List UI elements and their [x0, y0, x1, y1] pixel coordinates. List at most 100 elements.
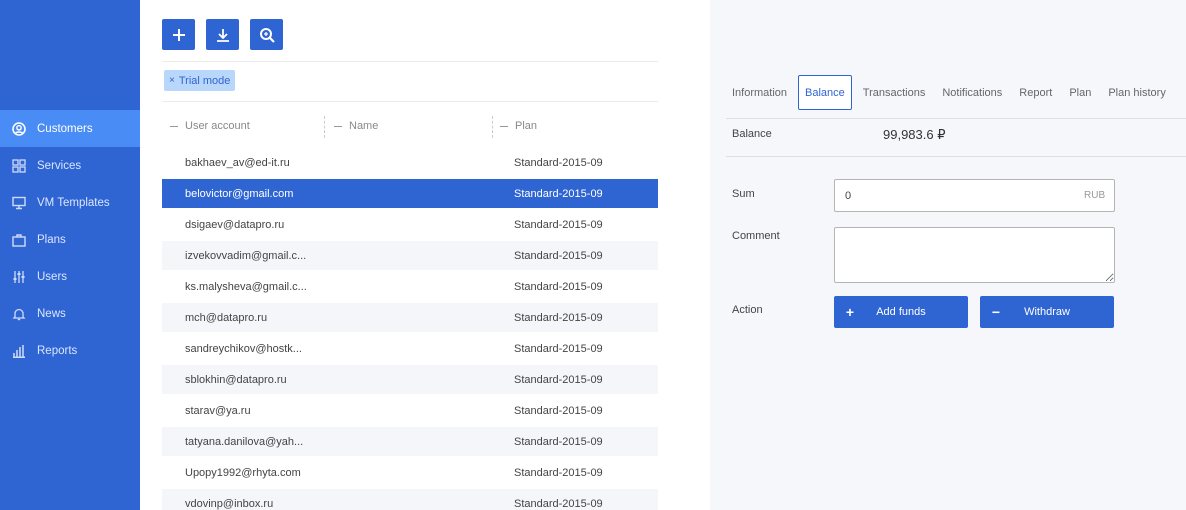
- column-header-user-account[interactable]: User account: [170, 114, 250, 138]
- collapse-dash-icon: [334, 125, 342, 127]
- table-header: User account Name Plan: [162, 114, 658, 138]
- sidebar-item-plans[interactable]: Plans: [0, 221, 140, 258]
- cell-plan: Standard-2015-09: [514, 497, 603, 510]
- cell-plan: Standard-2015-09: [514, 342, 603, 355]
- cell-plan: Standard-2015-09: [514, 280, 603, 293]
- divider: [726, 156, 1186, 157]
- minus-icon: −: [991, 304, 1001, 320]
- table-row[interactable]: sblokhin@datapro.ru Standard-2015-09: [162, 365, 658, 394]
- balance-value: 99,983.6 ₽: [883, 127, 946, 142]
- column-header-plan[interactable]: Plan: [500, 114, 537, 138]
- column-label: Name: [349, 120, 379, 132]
- tab-notifications[interactable]: Notifications: [936, 75, 1008, 110]
- sidebar-item-services[interactable]: Services: [0, 147, 140, 184]
- sum-input[interactable]: [834, 179, 1115, 212]
- table-row[interactable]: bakhaev_av@ed-it.ru Standard-2015-09: [162, 148, 658, 177]
- sidebar-item-label: Plans: [37, 233, 66, 246]
- divider: [162, 61, 658, 62]
- tab-plan-history[interactable]: Plan history: [1102, 75, 1171, 110]
- toolbar: [162, 19, 283, 50]
- table-row[interactable]: starav@ya.ru Standard-2015-09: [162, 396, 658, 425]
- cell-user-account: dsigaev@datapro.ru: [185, 218, 285, 231]
- withdraw-button[interactable]: − Withdraw: [980, 296, 1114, 328]
- collapse-dash-icon: [170, 125, 178, 127]
- table-row[interactable]: sandreychikov@hostk... Standard-2015-09: [162, 334, 658, 363]
- tab-transactions[interactable]: Transactions: [857, 75, 932, 110]
- table-body: bakhaev_av@ed-it.ru Standard-2015-09 belov…: [162, 148, 658, 510]
- cell-user-account: starav@ya.ru: [185, 404, 251, 417]
- table-row[interactable]: dsigaev@datapro.ru Standard-2015-09: [162, 210, 658, 239]
- collapse-dash-icon: [500, 125, 508, 127]
- cell-user-account: sblokhin@datapro.ru: [185, 373, 287, 386]
- sidebar-item-label: VM Templates: [37, 196, 110, 209]
- sidebar-item-news[interactable]: News: [0, 295, 140, 332]
- customer-list-pane: × Trial mode User account Name Plan bakh…: [140, 0, 710, 510]
- cell-plan: Standard-2015-09: [514, 373, 603, 386]
- cell-user-account: bakhaev_av@ed-it.ru: [185, 156, 290, 169]
- comment-label: Comment: [732, 230, 780, 242]
- sidebar: Customers Services VM Templates Plans Users N…: [0, 0, 140, 510]
- cell-user-account: ks.malysheva@gmail.c...: [185, 280, 307, 293]
- sidebar-item-label: Users: [37, 270, 68, 283]
- cell-plan: Standard-2015-09: [514, 404, 603, 417]
- table-row[interactable]: izvekovvadim@gmail.c... Standard-2015-09: [162, 241, 658, 270]
- sidebar-item-vm-templates[interactable]: VM Templates: [0, 184, 140, 221]
- sliders-icon: [12, 270, 26, 284]
- cell-user-account: vdovinp@inbox.ru: [185, 497, 274, 510]
- sidebar-item-customers[interactable]: Customers: [0, 110, 140, 147]
- column-resizer[interactable]: [324, 116, 325, 138]
- divider: [162, 101, 658, 102]
- briefcase-icon: [12, 233, 26, 247]
- grid-icon: [12, 158, 26, 173]
- filter-chip-trial-mode[interactable]: × Trial mode: [164, 70, 236, 91]
- tab-report[interactable]: Report: [1013, 75, 1058, 110]
- cell-plan: Standard-2015-09: [514, 466, 603, 479]
- column-resizer[interactable]: [492, 116, 493, 138]
- cell-user-account: izvekovvadim@gmail.c...: [185, 249, 307, 262]
- download-button[interactable]: [206, 19, 239, 50]
- sidebar-item-label: News: [37, 307, 66, 320]
- table-row[interactable]: mch@datapro.ru Standard-2015-09: [162, 303, 658, 332]
- divider: [726, 118, 1186, 119]
- sum-label: Sum: [732, 188, 755, 200]
- plus-icon: [172, 28, 185, 41]
- comment-textarea[interactable]: [834, 227, 1115, 283]
- cell-plan: Standard-2015-09: [514, 435, 603, 448]
- balance-label: Balance: [732, 128, 772, 140]
- tab-balance[interactable]: Balance: [798, 75, 852, 110]
- cell-plan: Standard-2015-09: [514, 156, 603, 169]
- zoom-search-icon: [259, 27, 275, 43]
- cell-user-account: Upopy1992@rhyta.com: [185, 466, 301, 479]
- cell-user-account: sandreychikov@hostk...: [185, 342, 302, 355]
- filter-chip-label: Trial mode: [178, 74, 231, 87]
- add-funds-label: Add funds: [876, 306, 926, 318]
- withdraw-label: Withdraw: [1024, 306, 1070, 318]
- cell-user-account: tatyana.danilova@yah...: [185, 435, 304, 448]
- bar-chart-icon: [12, 344, 26, 358]
- table-row[interactable]: Upopy1992@rhyta.com Standard-2015-09: [162, 458, 658, 487]
- action-label: Action: [732, 304, 763, 316]
- search-button[interactable]: [250, 19, 283, 50]
- currency-unit: RUB: [1084, 190, 1106, 201]
- cell-user-account: mch@datapro.ru: [185, 311, 268, 324]
- cell-plan: Standard-2015-09: [514, 311, 603, 324]
- add-funds-button[interactable]: + Add funds: [834, 296, 968, 328]
- tab-plan[interactable]: Plan: [1063, 75, 1097, 110]
- cell-plan: Standard-2015-09: [514, 218, 603, 231]
- table-row[interactable]: ks.malysheva@gmail.c... Standard-2015-09: [162, 272, 658, 301]
- column-header-name[interactable]: Name: [334, 114, 378, 138]
- sidebar-item-reports[interactable]: Reports: [0, 332, 140, 369]
- table-row[interactable]: belovictor@gmail.com Standard-2015-09: [162, 179, 658, 208]
- sidebar-item-label: Customers: [37, 122, 93, 135]
- sidebar-nav: Customers Services VM Templates Plans Users N…: [0, 110, 140, 369]
- close-icon[interactable]: ×: [169, 75, 175, 86]
- table-row[interactable]: vdovinp@inbox.ru Standard-2015-09: [162, 489, 658, 510]
- tab-information[interactable]: Information: [726, 75, 793, 110]
- table-row[interactable]: tatyana.danilova@yah... Standard-2015-09: [162, 427, 658, 456]
- add-button[interactable]: [162, 19, 195, 50]
- tab-bar: Information Balance Transactions Notificati…: [726, 75, 1177, 110]
- customer-detail-panel: Information Balance Transactions Notificati…: [710, 0, 1186, 510]
- download-icon: [216, 28, 229, 42]
- cell-plan: Standard-2015-09: [514, 187, 603, 200]
- sidebar-item-users[interactable]: Users: [0, 258, 140, 295]
